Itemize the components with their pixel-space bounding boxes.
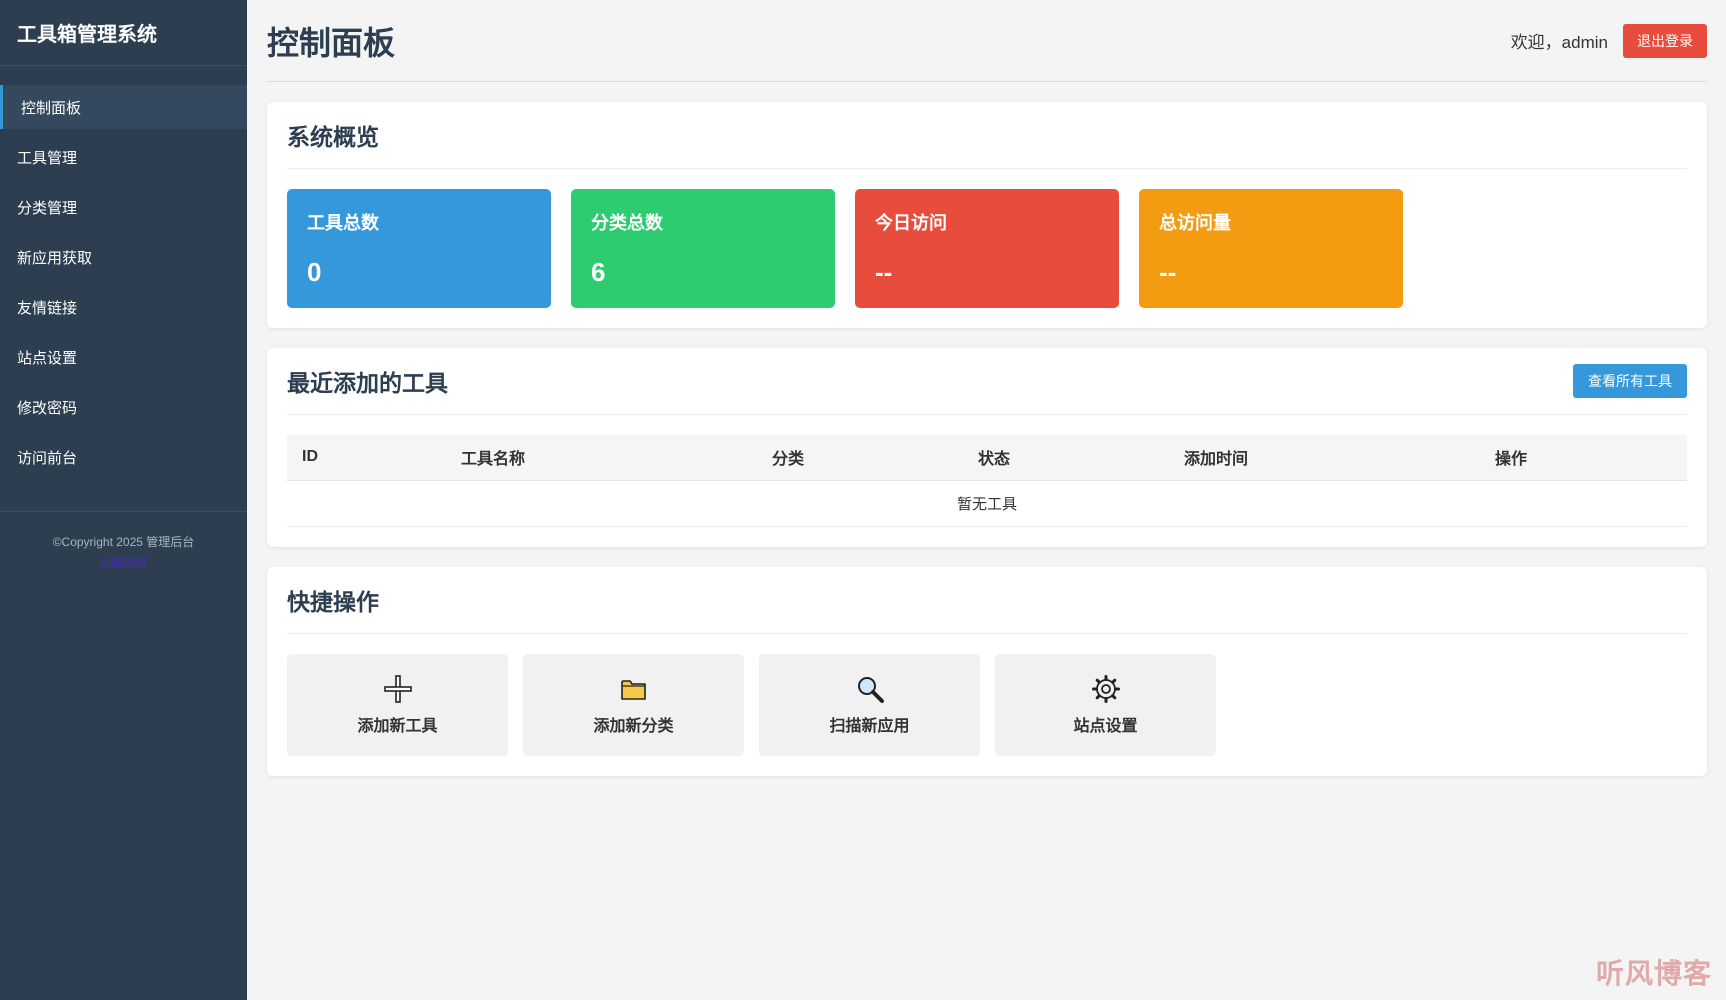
stat-label: 分类总数 [591, 213, 663, 233]
quick-actions-row: 添加新工具 添加新分类 扫描新应用 站点设置 [287, 653, 1687, 756]
col-actions: 操作 [1480, 435, 1687, 481]
view-all-tools-button[interactable]: 查看所有工具 [1573, 364, 1687, 398]
sidebar-item-dashboard[interactable]: 控制面板 [0, 85, 247, 129]
sidebar-item-change-password[interactable]: 修改密码 [0, 385, 247, 429]
quick-add-tool[interactable]: 添加新工具 [287, 653, 508, 756]
overview-header: 系统概览 [287, 102, 1687, 169]
col-status: 状态 [963, 435, 1169, 481]
logout-button[interactable]: 退出登录 [1623, 23, 1707, 58]
welcome-text: 欢迎，admin [1510, 33, 1608, 52]
sidebar-item-tools[interactable]: 工具管理 [0, 135, 247, 179]
watermark: 听风博客 [1595, 958, 1712, 989]
quick-header: 快捷操作 [287, 567, 1687, 634]
col-added-time: 添加时间 [1169, 435, 1480, 481]
sidebar-item-new-apps[interactable]: 新应用获取 [0, 235, 247, 279]
user-area: 欢迎，admin 退出登录 [1510, 23, 1707, 58]
stat-value: -- [1159, 257, 1177, 287]
quick-add-category[interactable]: 添加新分类 [523, 653, 744, 756]
sidebar-nav: 控制面板 工具管理 分类管理 新应用获取 友情链接 站点设置 修改密码 访问前台 [0, 85, 247, 479]
brand-title: 工具箱管理系统 [0, 0, 247, 66]
recent-tools-table: ID 工具名称 分类 状态 添加时间 操作 暂无工具 [287, 435, 1687, 527]
sidebar-item-categories[interactable]: 分类管理 [0, 185, 247, 229]
sidebar-footer: ©Copyright 2025 管理后台 云猫网络 [0, 511, 247, 574]
sidebar: 工具箱管理系统 控制面板 工具管理 分类管理 新应用获取 友情链接 站点设置 修… [0, 0, 247, 1000]
empty-row-text: 暂无工具 [287, 480, 1687, 527]
sidebar-item-friend-links[interactable]: 友情链接 [0, 285, 247, 329]
stat-value: 0 [307, 257, 322, 287]
stat-value: -- [875, 257, 893, 287]
quick-label: 添加新工具 [357, 717, 438, 735]
table-header-row: ID 工具名称 分类 状态 添加时间 操作 [287, 435, 1687, 481]
sidebar-item-site-settings[interactable]: 站点设置 [0, 335, 247, 379]
page-title: 控制面板 [267, 24, 396, 61]
sidebar-item-visit-frontend[interactable]: 访问前台 [0, 435, 247, 479]
copyright-text: ©Copyright 2025 管理后台 [52, 535, 195, 549]
quick-scan-apps[interactable]: 扫描新应用 [759, 653, 980, 756]
recent-header: 最近添加的工具 查看所有工具 [287, 348, 1687, 415]
stat-label: 工具总数 [307, 213, 379, 233]
table-row: 暂无工具 [287, 480, 1687, 527]
overview-title: 系统概览 [287, 124, 379, 150]
quick-label: 扫描新应用 [829, 717, 910, 735]
topbar: 控制面板 欢迎，admin 退出登录 [267, 0, 1707, 82]
stat-total-visits: 总访问量 -- [1139, 189, 1403, 308]
stat-total-categories: 分类总数 6 [571, 189, 835, 308]
col-id: ID [287, 435, 446, 481]
footer-link[interactable]: 云猫网络 [99, 556, 147, 570]
recent-tools-card: 最近添加的工具 查看所有工具 ID 工具名称 分类 状态 添加时间 操作 暂无工… [267, 348, 1707, 547]
col-category: 分类 [757, 435, 963, 481]
quick-site-settings[interactable]: 站点设置 [995, 653, 1216, 756]
stats-row: 工具总数 0 分类总数 6 今日访问 -- 总访问量 -- [287, 189, 1687, 308]
magnifier-icon [855, 674, 885, 704]
stat-today-visits: 今日访问 -- [855, 189, 1119, 308]
overview-card: 系统概览 工具总数 0 分类总数 6 今日访问 -- 总访问量 -- [267, 102, 1707, 328]
quick-label: 站点设置 [1073, 717, 1138, 735]
quick-label: 添加新分类 [593, 717, 674, 735]
plus-icon [383, 674, 413, 704]
col-tool-name: 工具名称 [446, 435, 757, 481]
quick-title: 快捷操作 [287, 588, 379, 615]
main-content: 控制面板 欢迎，admin 退出登录 系统概览 工具总数 0 分类总数 6 今日… [247, 0, 1726, 1000]
stat-label: 总访问量 [1159, 213, 1231, 233]
quick-actions-card: 快捷操作 添加新工具 添加新分类 扫描新应用 站点设置 [267, 566, 1707, 776]
recent-title: 最近添加的工具 [287, 370, 448, 396]
stat-total-tools: 工具总数 0 [287, 189, 551, 308]
gear-icon [1091, 674, 1121, 704]
stat-value: 6 [591, 257, 606, 287]
folder-icon [619, 674, 649, 704]
stat-label: 今日访问 [875, 213, 947, 233]
